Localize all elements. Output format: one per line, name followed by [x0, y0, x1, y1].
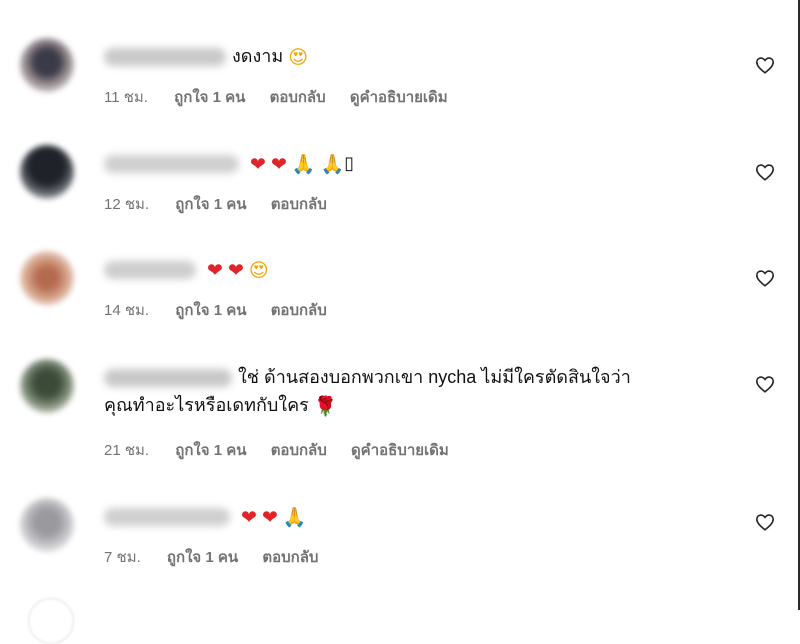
heart-outline-icon: [755, 164, 775, 181]
comment-time: 21 ชม.: [104, 442, 150, 459]
avatar[interactable]: [20, 38, 74, 92]
rose-emoji: 🌹: [313, 395, 338, 418]
comment-text: งดงาม: [232, 46, 284, 66]
username[interactable]: [104, 261, 196, 280]
like-button[interactable]: [754, 54, 776, 76]
username[interactable]: [104, 369, 232, 388]
like-button[interactable]: [754, 373, 776, 395]
comment-time: 7 ชม.: [104, 549, 141, 566]
see-translation-button[interactable]: ดูคำอธิบายเดิม: [350, 89, 448, 106]
praying-hands-emoji: 🙏: [291, 153, 316, 176]
like-button[interactable]: [754, 511, 776, 533]
reply-button[interactable]: ตอบกลับ: [262, 549, 318, 566]
praying-hands-emoji: 🙏: [320, 153, 345, 176]
red-heart-emoji: ❤: [207, 259, 223, 282]
likes-count-link[interactable]: ถูกใจ 1 คน: [175, 196, 246, 213]
heart-outline-icon: [755, 514, 775, 531]
red-heart-emoji: ❤: [270, 153, 287, 176]
comment-time: 11 ชม.: [104, 89, 148, 106]
likes-count-link[interactable]: ถูกใจ 1 คน: [167, 549, 238, 566]
username[interactable]: [104, 48, 226, 67]
smiling-face-heart-eyes-emoji: 😍: [248, 259, 269, 282]
likes-count-link[interactable]: ถูกใจ 1 คน: [175, 302, 246, 319]
red-heart-emoji: ❤: [241, 506, 257, 529]
likes-count-link[interactable]: ถูกใจ 1 คน: [174, 89, 245, 106]
avatar[interactable]: [20, 359, 74, 413]
like-button[interactable]: [754, 161, 776, 183]
red-heart-emoji: ❤: [261, 506, 278, 529]
see-translation-button[interactable]: ดูคำอธิบายเดิม: [351, 442, 449, 459]
smiling-face-heart-eyes-emoji: 😍: [288, 46, 309, 69]
username[interactable]: [104, 155, 239, 174]
reply-button[interactable]: ตอบกลับ: [270, 89, 326, 106]
heart-outline-icon: [755, 57, 775, 74]
praying-hands-emoji: 🙏: [282, 506, 307, 529]
avatar[interactable]: [20, 145, 74, 199]
comment-time: 14 ชม.: [104, 302, 150, 319]
reply-button[interactable]: ตอบกลับ: [271, 302, 327, 319]
reply-button[interactable]: ตอบกลับ: [271, 442, 327, 459]
red-heart-emoji: ❤: [250, 153, 266, 176]
heart-outline-icon: [755, 270, 775, 287]
comment-text-continued: คุณทำอะไรหรือเดทกับใคร: [104, 395, 309, 415]
avatar[interactable]: [28, 598, 74, 644]
red-heart-emoji: ❤: [227, 259, 244, 282]
reply-button[interactable]: ตอบกลับ: [271, 196, 327, 213]
likes-count-link[interactable]: ถูกใจ 1 คน: [175, 442, 246, 459]
avatar[interactable]: [20, 251, 74, 305]
comment-text: ใช่ ด้านสองบอกพวกเขา nycha ไม่มีใครตัดสิ…: [238, 367, 631, 387]
username[interactable]: [104, 508, 230, 527]
comment-time: 12 ชม.: [104, 196, 150, 213]
avatar[interactable]: [20, 498, 74, 552]
heart-outline-icon: [755, 376, 775, 393]
like-button[interactable]: [754, 267, 776, 289]
unrendered-glyph: ▯: [344, 153, 355, 173]
